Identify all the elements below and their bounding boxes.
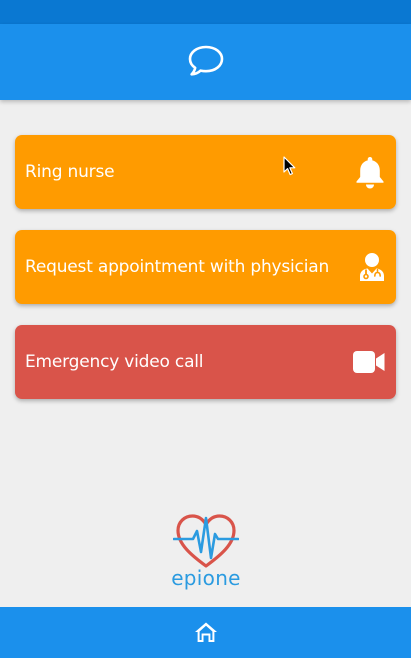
video-camera-icon [352,350,386,374]
epione-logo: epione [165,512,247,594]
request-appointment-label: Request appointment with physician [25,257,330,277]
status-bar [0,0,411,24]
ring-nurse-button[interactable]: Ring nurse [15,135,396,209]
ring-nurse-label: Ring nurse [25,162,115,182]
bottom-navigation [0,607,411,658]
emergency-video-call-label: Emergency video call [25,352,204,372]
chat-bubble-icon[interactable] [187,45,225,78]
bell-icon [354,155,386,189]
request-appointment-button[interactable]: Request appointment with physician [15,230,396,304]
emergency-video-call-button[interactable]: Emergency video call [15,325,396,399]
app-screen: Ring nurse Request appointment with phys… [0,0,411,658]
physician-icon [358,252,386,282]
home-icon[interactable] [194,622,218,643]
heart-pulse-icon [173,512,239,568]
app-bar [0,24,411,100]
logo-wordmark: epione [171,566,241,590]
